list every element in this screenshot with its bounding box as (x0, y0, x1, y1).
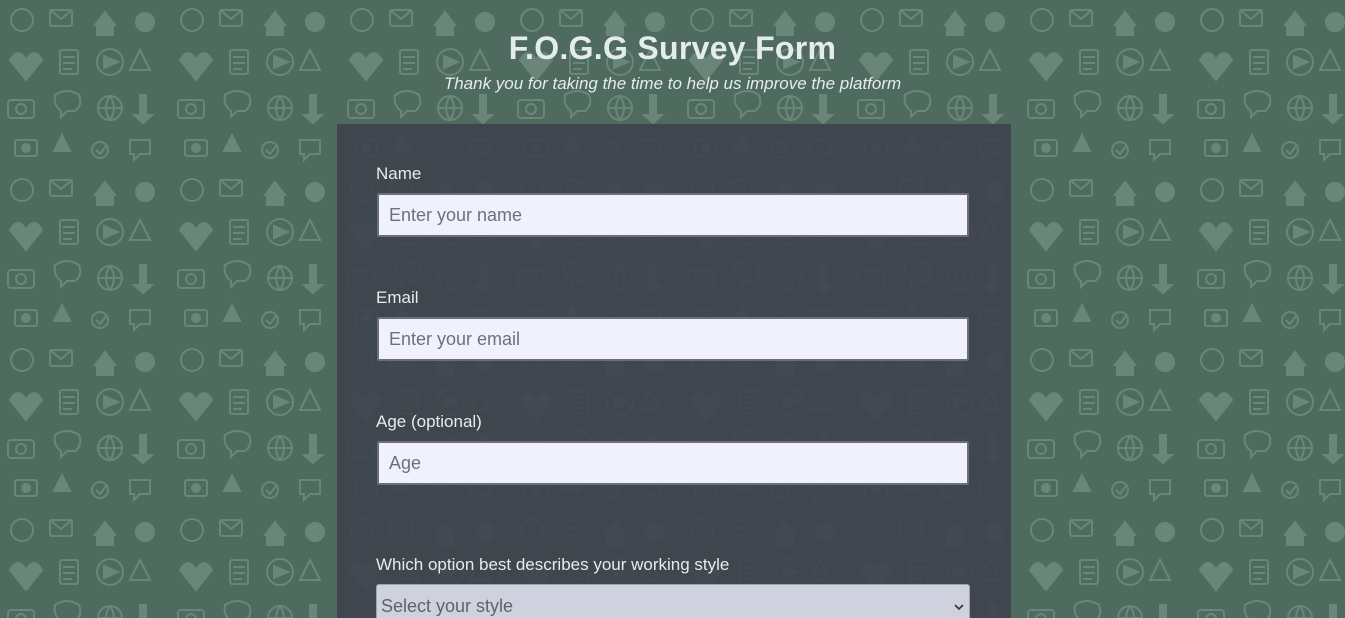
page-subtitle: Thank you for taking the time to help us… (443, 74, 902, 93)
survey-form: Name Email Age (optional) Which option b… (337, 124, 1011, 618)
age-label: Age (optional) (376, 412, 482, 431)
name-field-group: Name (376, 164, 972, 237)
email-field-group: Email (376, 288, 972, 361)
working-style-selected-value: Select your style (381, 595, 514, 616)
name-label: Name (376, 164, 422, 183)
chevron-down-icon (953, 600, 965, 612)
page-title: F.O.G.G Survey Form (508, 30, 837, 66)
name-input[interactable] (377, 193, 969, 237)
email-label: Email (376, 288, 419, 307)
email-input[interactable] (377, 317, 969, 361)
age-field-group: Age (optional) (376, 412, 972, 485)
age-input[interactable] (377, 441, 969, 485)
working-style-field-group: Which option best describes your working… (376, 555, 972, 618)
survey-page: F.O.G.G Survey Form Thank you for taking… (0, 0, 1345, 618)
working-style-label: Which option best describes your working… (376, 555, 730, 574)
page-header: F.O.G.G Survey Form Thank you for taking… (0, 0, 1345, 96)
working-style-select[interactable]: Select your style (376, 584, 970, 618)
